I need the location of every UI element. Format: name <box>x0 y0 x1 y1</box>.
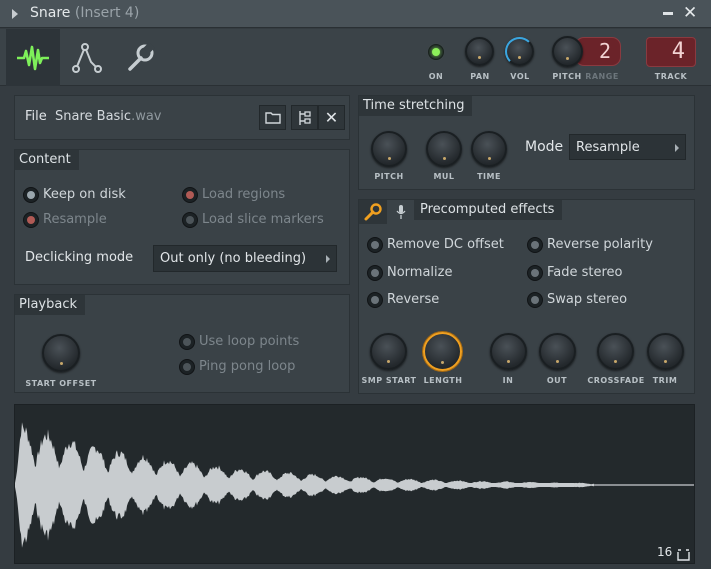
vol-label: VOL <box>510 72 530 81</box>
fade-stereo-label: Fade stereo <box>547 265 623 280</box>
ts-mul-knob[interactable] <box>426 131 462 167</box>
file-name[interactable]: Snare Basic.wav <box>55 109 162 124</box>
waveform-graph <box>15 422 694 548</box>
out-knob[interactable] <box>539 333 576 370</box>
clear-file-button[interactable]: ✕ <box>318 105 345 130</box>
load-slice-markers-radio[interactable] <box>182 212 198 228</box>
pan-label: PAN <box>470 72 490 81</box>
reverse-radio[interactable] <box>367 292 383 308</box>
pitch-knob[interactable] <box>552 36 583 67</box>
mode-dropdown[interactable]: Resample <box>569 134 686 160</box>
reverse-polarity-label: Reverse polarity <box>547 237 653 252</box>
swap-stereo-label: Swap stereo <box>547 292 628 307</box>
crossfade-label: CROSSFADE <box>587 376 645 385</box>
track-label: TRACK <box>654 72 688 81</box>
tab-sample-settings[interactable] <box>6 29 60 86</box>
precomputed-tools-button[interactable] <box>359 200 387 224</box>
open-file-button[interactable] <box>259 105 286 130</box>
on-led-toggle[interactable] <box>428 44 444 60</box>
microphone-icon <box>395 204 407 224</box>
resample-label: Resample <box>43 212 107 227</box>
use-loop-points-radio[interactable] <box>179 334 195 350</box>
window-title: Snare (Insert 4) <box>30 5 140 21</box>
envelope-icon <box>72 42 102 73</box>
declicking-mode-dropdown[interactable]: Out only (no bleeding) <box>153 245 337 272</box>
waveform-icon <box>17 45 49 70</box>
track-number-display[interactable]: 4 <box>646 37 696 67</box>
smp-start-knob[interactable] <box>370 333 407 370</box>
folder-icon <box>264 112 281 124</box>
start-offset-knob[interactable] <box>42 334 80 372</box>
keep-on-disk-label: Keep on disk <box>43 187 126 202</box>
time-stretching-title: Time stretching <box>359 96 473 116</box>
ts-time-knob[interactable] <box>471 131 507 167</box>
dropdown-arrow-icon <box>675 144 679 152</box>
crossfade-knob[interactable] <box>597 333 634 370</box>
content-panel: Content Keep on disk Resample Load regio… <box>14 149 350 285</box>
normalize-label: Normalize <box>387 265 453 280</box>
swap-stereo-radio[interactable] <box>527 292 543 308</box>
remove-dc-offset-radio[interactable] <box>367 237 383 253</box>
declicking-mode-label: Declicking mode <box>25 250 134 265</box>
load-slice-markers-label: Load slice markers <box>202 212 324 227</box>
browse-file-button[interactable] <box>291 105 318 130</box>
keep-on-disk-radio[interactable] <box>23 187 39 203</box>
ping-pong-loop-label: Ping pong loop <box>199 359 296 374</box>
load-regions-label: Load regions <box>202 187 286 202</box>
file-label: File <box>25 109 47 124</box>
ts-mul-label: MUL <box>433 172 455 181</box>
out-label: OUT <box>546 376 568 385</box>
ts-pitch-knob[interactable] <box>371 131 407 167</box>
use-loop-points-label: Use loop points <box>199 334 300 349</box>
vol-knob[interactable] <box>505 37 534 66</box>
precomputed-effects-panel: Precomputed effects Remove DC offset Nor… <box>358 199 695 394</box>
dropdown-arrow-icon <box>326 255 330 263</box>
wrench-icon <box>364 203 382 221</box>
ping-pong-loop-radio[interactable] <box>179 359 195 375</box>
snap-icon[interactable] <box>677 546 690 565</box>
time-stretching-panel: Time stretching PITCH MUL TIME Mode Resa… <box>358 95 695 190</box>
remove-dc-offset-label: Remove DC offset <box>387 237 504 252</box>
toolbar: ON PAN VOL 2 PITCH RANGE 4 TRACK <box>0 29 711 86</box>
reverse-label: Reverse <box>387 292 440 307</box>
ts-pitch-label: PITCH <box>374 172 404 181</box>
in-knob[interactable] <box>490 333 527 370</box>
collapse-arrow-icon[interactable] <box>12 9 18 19</box>
title-bar[interactable]: Snare (Insert 4) ✕ <box>0 0 711 28</box>
tab-envelope[interactable] <box>60 29 114 86</box>
load-regions-radio[interactable] <box>182 187 198 203</box>
close-window-button[interactable]: ✕ <box>683 4 697 22</box>
in-label: IN <box>502 376 514 385</box>
resample-radio[interactable] <box>23 212 39 228</box>
waveform-display[interactable]: 16 <box>14 404 695 564</box>
pan-knob[interactable] <box>465 37 494 66</box>
tree-browse-icon <box>298 110 311 125</box>
pitch-label: PITCH <box>552 72 582 81</box>
file-panel: File Snare Basic.wav ✕ <box>14 95 350 140</box>
content-title: Content <box>15 150 79 170</box>
range-label: RANGE <box>585 72 619 81</box>
minimize-button[interactable] <box>662 6 674 20</box>
mode-label: Mode <box>525 139 564 155</box>
playback-panel: Playback START OFFSET Use loop points Pi… <box>14 294 350 393</box>
reverse-polarity-radio[interactable] <box>527 237 543 253</box>
grid-size-value[interactable]: 16 <box>657 545 672 559</box>
smp-start-label: SMP START <box>361 376 417 385</box>
waveform-shape <box>15 422 694 548</box>
start-offset-label: START OFFSET <box>25 379 97 388</box>
tab-tools[interactable] <box>114 29 168 86</box>
precomputed-effects-title: Precomputed effects <box>414 200 563 220</box>
ts-time-label: TIME <box>477 172 501 181</box>
trim-knob[interactable] <box>647 333 684 370</box>
on-label: ON <box>428 72 444 81</box>
wrench-icon <box>128 42 155 71</box>
playback-title: Playback <box>15 295 86 315</box>
length-label: LENGTH <box>423 376 463 385</box>
fade-stereo-radio[interactable] <box>527 265 543 281</box>
trim-label: TRIM <box>652 376 678 385</box>
length-knob[interactable] <box>423 332 462 371</box>
normalize-radio[interactable] <box>367 265 383 281</box>
